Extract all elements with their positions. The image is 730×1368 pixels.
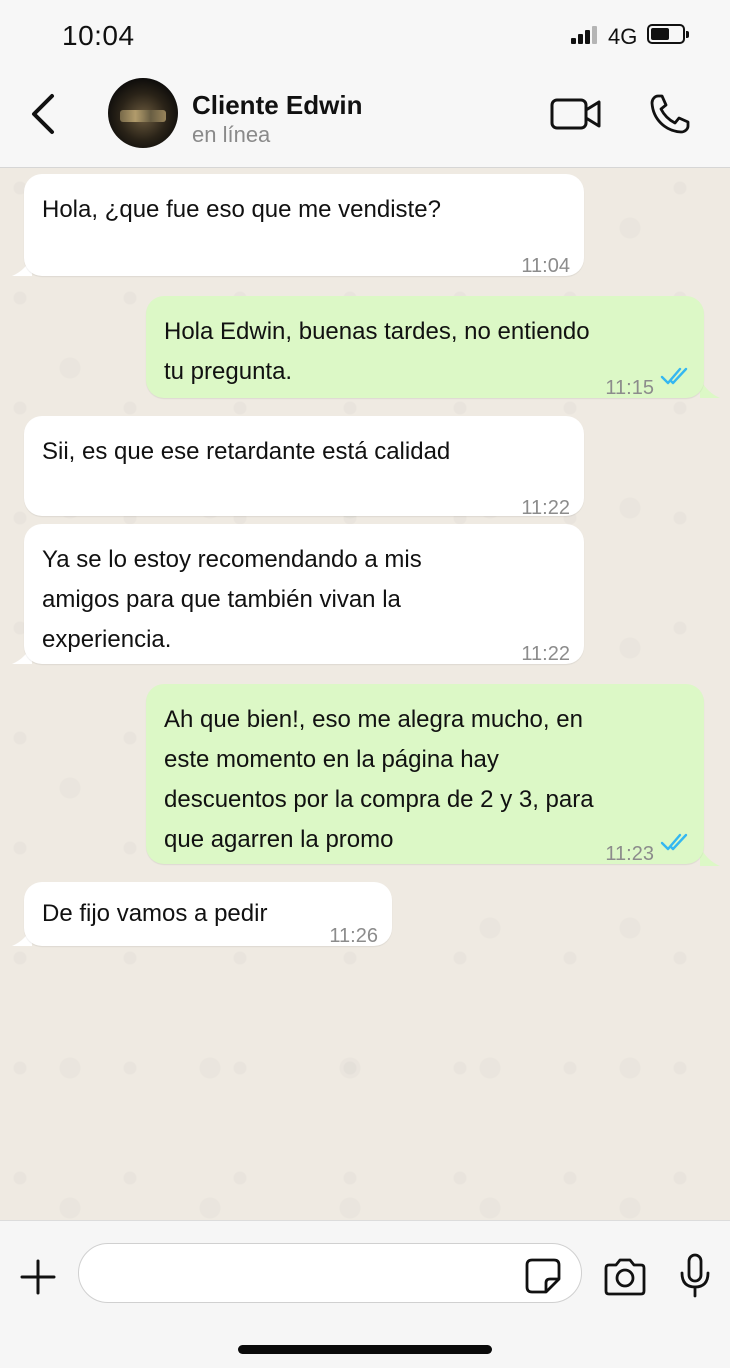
message-text: Hola, ¿que fue eso que me vendiste? [42, 196, 441, 223]
status-time: 10:04 [62, 20, 135, 51]
message-bubble-incoming[interactable]: De fijo vamos a pedir 11:26 [24, 882, 392, 947]
message-text: Ya se lo estoy recomendando a mis amigos… [42, 546, 422, 653]
plus-icon[interactable] [18, 1257, 58, 1297]
message-text: Ah que bien!, eso me alegra mucho, en es… [164, 706, 594, 853]
back-icon[interactable] [24, 92, 64, 136]
video-call-icon[interactable] [550, 96, 602, 132]
composer-bar [0, 1220, 730, 1368]
network-label: 4G [608, 24, 638, 49]
message-time: 11:22 [521, 497, 570, 519]
message-time: 11:04 [521, 255, 570, 277]
camera-icon[interactable] [602, 1257, 648, 1297]
message-text: De fijo vamos a pedir [42, 900, 268, 927]
message-time: 11:26 [329, 925, 378, 947]
phone-icon[interactable] [648, 92, 692, 136]
message-bubble-outgoing[interactable]: Ah que bien!, eso me alegra mucho, en es… [146, 684, 704, 865]
read-receipt-icon [660, 833, 688, 851]
sticker-icon[interactable] [524, 1257, 562, 1295]
message-time: 11:22 [521, 643, 570, 665]
status-bar: 10:04 4G [0, 0, 730, 72]
read-receipt-icon [660, 367, 688, 385]
chat-header: Cliente Edwin en línea [0, 72, 730, 168]
message-time: 11:15 [605, 377, 654, 399]
battery-icon [647, 24, 689, 44]
message-text: Sii, es que ese retardante está calidad [42, 438, 451, 465]
message-bubble-incoming[interactable]: Ya se lo estoy recomendando a mis amigos… [24, 524, 584, 665]
message-text: Hola Edwin, buenas tardes, no entiendo t… [164, 318, 590, 385]
message-time: 11:23 [605, 843, 654, 865]
microphone-icon[interactable] [678, 1253, 712, 1299]
message-list[interactable]: Hola, ¿que fue eso que me vendiste? 11:0… [0, 168, 730, 1220]
message-bubble-incoming[interactable]: Hola, ¿que fue eso que me vendiste? 11:0… [24, 174, 584, 277]
message-input[interactable] [78, 1243, 582, 1303]
contact-name[interactable]: Cliente Edwin [192, 90, 362, 121]
home-indicator [238, 1345, 492, 1354]
signal-icon [571, 24, 601, 44]
message-bubble-outgoing[interactable]: Hola Edwin, buenas tardes, no entiendo t… [146, 296, 704, 399]
message-bubble-incoming[interactable]: Sii, es que ese retardante está calidad … [24, 416, 584, 519]
chat-screen: 10:04 4G Cliente Edwin en línea Hola, ¿q… [0, 0, 730, 1368]
contact-status: en línea [192, 122, 271, 147]
avatar[interactable] [108, 78, 178, 148]
